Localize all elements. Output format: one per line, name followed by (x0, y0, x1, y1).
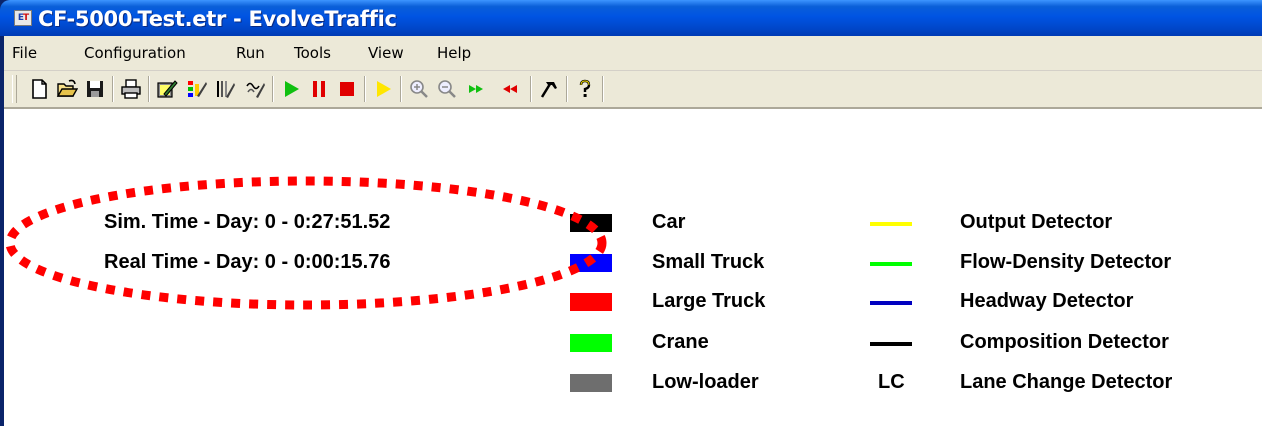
open-folder-icon[interactable] (54, 76, 80, 102)
speed-up-icon[interactable] (464, 76, 490, 102)
legend-low-loader: Low-loader (652, 371, 759, 393)
menu-help[interactable]: Help (437, 44, 471, 62)
headway-detector-line (870, 301, 912, 305)
run-icon[interactable] (278, 76, 304, 102)
menu-bar: File Configuration Run Tools View Help (4, 36, 1262, 71)
edit-routes-icon[interactable] (242, 76, 268, 102)
composition-detector-line (870, 342, 912, 346)
toolbar-separator (148, 76, 150, 102)
legend-car: Car (652, 211, 686, 233)
menu-configuration[interactable]: Configuration (84, 44, 186, 62)
new-document-icon[interactable] (26, 76, 52, 102)
menu-tools[interactable]: Tools (294, 44, 331, 62)
toolbar-grip[interactable] (12, 75, 17, 103)
edit-network-icon[interactable] (154, 76, 180, 102)
menu-run[interactable]: Run (236, 44, 265, 62)
large-truck-swatch (570, 293, 612, 311)
legend-output-detector: Output Detector (960, 211, 1113, 233)
print-icon[interactable] (118, 76, 144, 102)
toolbar-separator (272, 76, 274, 102)
low-loader-swatch (570, 374, 612, 392)
stop-icon[interactable] (334, 76, 360, 102)
slow-down-icon[interactable] (496, 76, 522, 102)
legend-crane: Crane (652, 331, 709, 353)
toolbar-separator (566, 76, 568, 102)
client-area: File Configuration Run Tools View Help S… (4, 36, 1262, 426)
simulation-canvas[interactable]: Sim. Time - Day: 0 - 0:27:51.52 Real Tim… (4, 109, 1262, 426)
window-title: CF-5000-Test.etr - EvolveTraffic (38, 7, 397, 31)
app-window: ET CF-5000-Test.etr - EvolveTraffic File… (0, 0, 1262, 426)
sim-time-readout: Sim. Time - Day: 0 - 0:27:51.52 (104, 211, 391, 233)
car-swatch (570, 214, 612, 232)
menu-view[interactable]: View (368, 44, 404, 62)
save-icon[interactable] (82, 76, 108, 102)
legend-lane-change-detector: Lane Change Detector (960, 371, 1173, 393)
lane-change-detector-symbol: LC (878, 371, 905, 393)
help-icon[interactable] (572, 76, 598, 102)
toolbar-separator (364, 76, 366, 102)
zoom-in-icon[interactable] (406, 76, 432, 102)
toolbar (4, 71, 1262, 109)
pause-icon[interactable] (306, 76, 332, 102)
legend-headway-detector: Headway Detector (960, 290, 1134, 312)
edit-vehicles-icon[interactable] (184, 76, 210, 102)
legend-flow-density-detector: Flow-Density Detector (960, 251, 1172, 273)
small-truck-swatch (570, 254, 612, 272)
real-time-readout: Real Time - Day: 0 - 0:00:15.76 (104, 251, 391, 273)
toolbar-separator (112, 76, 114, 102)
tools-icon[interactable] (536, 76, 562, 102)
legend-small-truck: Small Truck (652, 251, 765, 273)
legend-large-truck: Large Truck (652, 290, 766, 312)
toolbar-separator (602, 76, 604, 102)
toolbar-separator (400, 76, 402, 102)
legend-composition-detector: Composition Detector (960, 331, 1169, 353)
zoom-out-icon[interactable] (434, 76, 460, 102)
menu-file[interactable]: File (12, 44, 37, 62)
crane-swatch (570, 334, 612, 352)
step-icon[interactable] (370, 76, 396, 102)
flow-density-detector-line (870, 262, 912, 266)
app-logo-icon: ET (14, 10, 32, 26)
title-bar[interactable]: ET CF-5000-Test.etr - EvolveTraffic (0, 0, 1262, 36)
output-detector-line (870, 222, 912, 226)
toolbar-separator (530, 76, 532, 102)
edit-detectors-icon[interactable] (212, 76, 238, 102)
